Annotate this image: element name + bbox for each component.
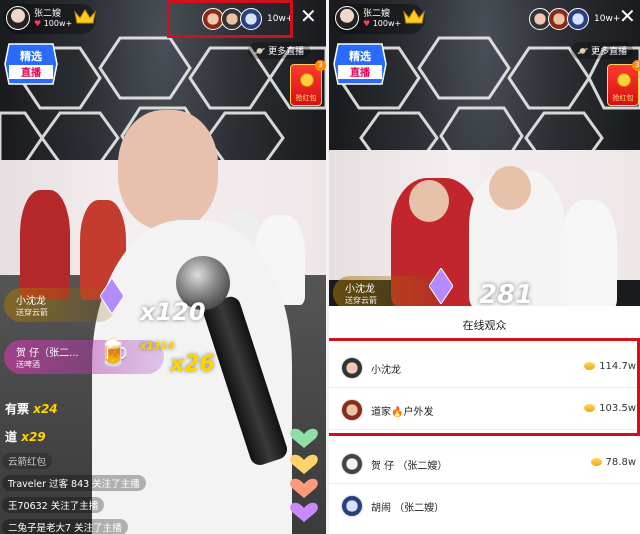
viewer-avatar[interactable] xyxy=(567,8,589,30)
combo-mult: x24 xyxy=(33,402,58,416)
red-packet-button[interactable]: 3 抢红包 xyxy=(607,60,640,106)
badge-line1: 精选 xyxy=(20,49,42,63)
floating-hearts xyxy=(290,428,318,522)
gift-desc: 送啤酒 xyxy=(16,360,40,369)
host-likes: ♥ 100w+ xyxy=(363,19,401,28)
combo-text: 道 xyxy=(5,430,18,444)
host-name: 张二嫂 xyxy=(34,9,62,19)
audience-name: 胡闹 （张二嫂） xyxy=(371,503,445,514)
gift-sender: 小沈龙 xyxy=(345,284,375,295)
combo-line: 有票 x24 xyxy=(5,400,58,417)
more-live-label: 更多直播 xyxy=(268,47,305,57)
coin-icon xyxy=(617,73,631,87)
audience-name: 贺 仔 （张二嫂） xyxy=(371,461,448,472)
highlight-box xyxy=(167,0,293,38)
gift-desc: 送穿云箭 xyxy=(16,308,48,317)
dancer-face xyxy=(409,180,449,222)
featured-live-badge[interactable]: 精选 直播 xyxy=(332,42,388,86)
combo-text: 有票 xyxy=(5,402,30,416)
arrow-gift-icon xyxy=(100,278,124,314)
live-room-right: 张二嫂 ♥ 100w+ 10w+ ✕ 精选 直播 🪐 更多直播 3 抢红包 小沈… xyxy=(329,0,640,534)
gift-small-multiplier: x1314 xyxy=(140,341,175,352)
close-icon[interactable]: ✕ xyxy=(619,6,636,26)
sheet-title: 在线观众 xyxy=(462,319,507,332)
likes-count: 100w+ xyxy=(43,19,73,28)
screenshot-frame: 张二嫂 ♥ 100w+ 10w+ ✕ 精选 直播 🪐 更多直播 3 抢红包 小沈… xyxy=(0,0,640,534)
red-packet-button[interactable]: 3 抢红包 xyxy=(290,60,326,106)
badge-line2: 直播 xyxy=(350,66,371,79)
red-packet-label: 抢红包 xyxy=(295,94,317,102)
chat-message: 云箭红包 xyxy=(2,453,53,469)
viewer-avatars[interactable]: 10w+ xyxy=(529,4,620,34)
coin-icon xyxy=(590,458,602,466)
dancer xyxy=(20,190,70,300)
follow-crown-icon[interactable] xyxy=(403,8,425,24)
combo-line: 道 x29 xyxy=(5,428,46,445)
close-icon[interactable]: ✕ xyxy=(300,6,317,26)
live-room-left: 张二嫂 ♥ 100w+ 10w+ ✕ 精选 直播 🪐 更多直播 3 抢红包 小沈… xyxy=(0,0,326,534)
chat-message: 二兔子是老大7 关注了主播 xyxy=(2,519,128,534)
gift-multiplier: x120 xyxy=(140,298,206,326)
highlight-box xyxy=(329,338,640,436)
coin-icon xyxy=(300,73,314,87)
red-packet-count: 3 xyxy=(315,60,326,71)
avatar[interactable] xyxy=(341,495,363,517)
heart-icon: ♥ xyxy=(34,19,44,28)
badge-line2: 直播 xyxy=(21,66,42,79)
featured-live-badge[interactable]: 精选 直播 xyxy=(3,42,59,86)
more-live-link[interactable]: 🪐 更多直播 xyxy=(248,42,311,59)
host-name: 张二嫂 xyxy=(363,9,391,19)
likes-count: 100w+ xyxy=(372,19,402,28)
score-value: 78.8w xyxy=(605,457,636,468)
chat-message: Traveler 过客 843 关注了主播 xyxy=(2,475,146,491)
heart-icon: ♥ xyxy=(363,19,373,28)
gift-sender: 贺 仔（张二... xyxy=(16,348,79,359)
planet-icon: 🪐 xyxy=(577,47,592,57)
viewer-count[interactable]: 10w+ xyxy=(594,14,620,24)
badge-line1: 精选 xyxy=(349,49,371,63)
arrow-gift-icon xyxy=(429,268,453,304)
host-likes: ♥ 100w+ xyxy=(34,19,72,28)
red-packet-label: 抢红包 xyxy=(612,94,634,102)
red-packet-count: 3 xyxy=(632,60,640,71)
combo-mult: x29 xyxy=(21,430,46,444)
singer-face xyxy=(118,110,218,230)
host-avatar[interactable] xyxy=(335,6,359,30)
planet-icon: 🪐 xyxy=(254,47,269,57)
audience-score: 78.8w xyxy=(590,457,636,468)
beer-icon: 🍺 xyxy=(98,338,131,368)
more-live-label: 更多直播 xyxy=(591,47,628,57)
avatar[interactable] xyxy=(341,453,363,475)
dancer xyxy=(561,200,617,310)
audience-row[interactable]: 贺 仔 （张二嫂） 78.8w xyxy=(329,444,640,484)
follow-crown-icon[interactable] xyxy=(74,8,96,24)
chat-message: 王70632 关注了主播 xyxy=(2,497,105,513)
gift-sender: 小沈龙 xyxy=(16,296,46,307)
dancer-face xyxy=(489,166,531,210)
gift-desc: 送穿云箭 xyxy=(345,296,377,305)
more-live-link[interactable]: 🪐 更多直播 xyxy=(571,42,634,59)
host-avatar[interactable] xyxy=(6,6,30,30)
gift-multiplier: x26 xyxy=(170,352,215,377)
audience-row[interactable]: 胡闹 （张二嫂） xyxy=(329,486,640,526)
